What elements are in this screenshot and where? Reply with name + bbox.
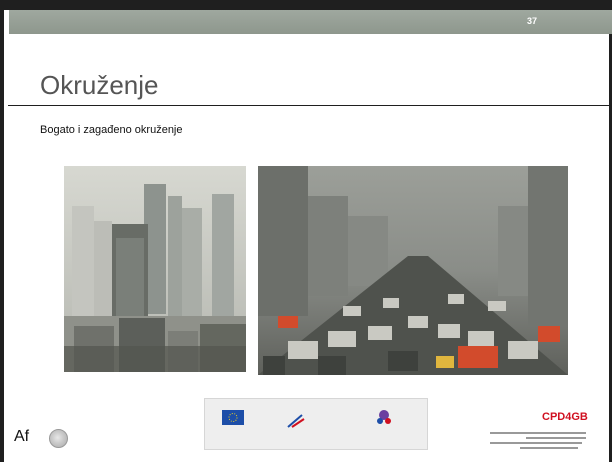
traffic-jam-photo <box>258 166 568 375</box>
partner-name: CPD4GB <box>542 411 588 423</box>
slide-subtitle: Bogato i zagađeno okruženje <box>40 124 183 136</box>
slide-top-border <box>4 0 612 10</box>
slide-header-bar <box>9 10 612 34</box>
university-seal-icon <box>49 429 68 448</box>
partner-text-lines <box>490 432 586 452</box>
eu-flag-icon <box>222 410 244 425</box>
slide: 37 Okruženje Bogato i zagađeno okruženje <box>0 0 612 462</box>
city-smog-photo <box>64 166 246 372</box>
slide-title: Okruženje <box>40 70 159 100</box>
partner-logo-icon: CPD4GB <box>484 411 588 458</box>
footer-left-text: Af <box>14 428 30 445</box>
title-divider <box>8 105 612 106</box>
fund-logo-icon <box>286 409 346 431</box>
slide-number: 37 <box>527 16 538 26</box>
project-logo-icon <box>374 407 394 431</box>
